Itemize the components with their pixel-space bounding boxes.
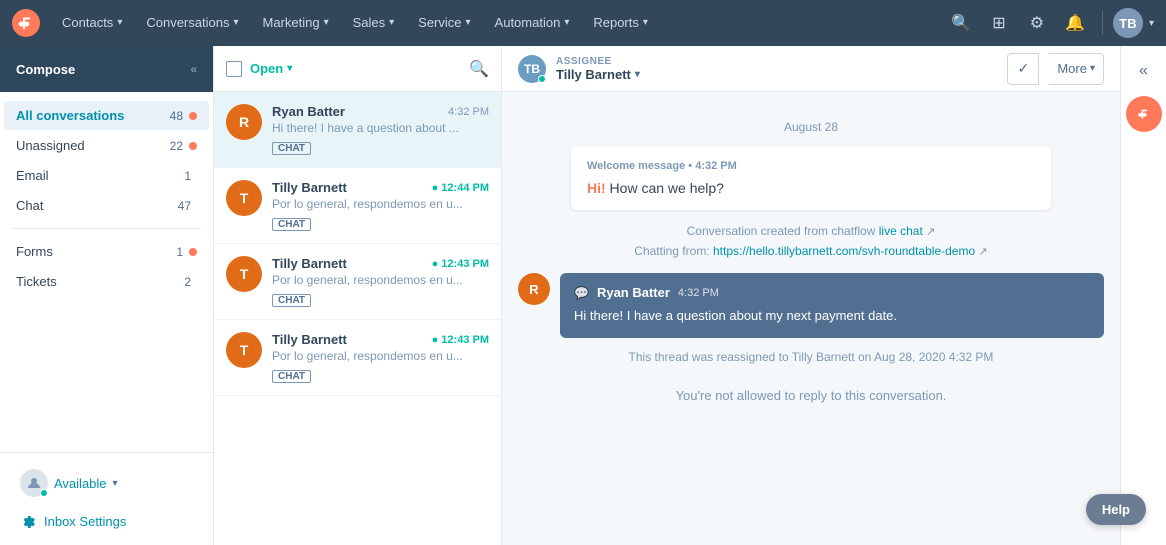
external-link-icon-2: ↗ xyxy=(978,246,987,258)
conversations-chevron: ▾ xyxy=(233,17,238,28)
sidebar-item-forms[interactable]: Forms 1 xyxy=(4,237,209,266)
user-avatar[interactable]: TB xyxy=(1113,8,1143,38)
sales-chevron: ▾ xyxy=(389,17,394,28)
marketplace-icon[interactable]: ⊞ xyxy=(982,6,1016,40)
nav-divider xyxy=(1102,11,1103,35)
assignee-chevron-icon: ▾ xyxy=(635,69,640,80)
more-chevron-icon: ▾ xyxy=(1090,63,1095,74)
reassigned-note: This thread was reassigned to Tilly Barn… xyxy=(518,350,1104,364)
nav-reports[interactable]: Reports ▾ xyxy=(583,0,658,46)
nav-icon-group: 🔍 ⊞ ⚙ 🔔 TB ▾ xyxy=(944,6,1154,40)
avatar-chevron[interactable]: ▾ xyxy=(1149,18,1154,29)
sidebar-item-email[interactable]: Email 1 xyxy=(4,161,209,190)
sidebar-nav: All conversations 48 Unassigned 22 Email… xyxy=(0,92,213,305)
sidebar-item-unassigned[interactable]: Unassigned 22 xyxy=(4,131,209,160)
availability-selector[interactable]: Available ▾ xyxy=(12,463,201,503)
chat-message-icon: 💬 xyxy=(574,286,589,300)
availability-chevron: ▾ xyxy=(113,478,118,489)
nav-marketing[interactable]: Marketing ▾ xyxy=(252,0,338,46)
compose-button[interactable]: Compose « xyxy=(0,46,213,92)
hubspot-logo[interactable] xyxy=(12,9,40,37)
resolve-button[interactable]: ✓ xyxy=(1007,53,1039,85)
assignee-online-dot xyxy=(538,75,546,83)
right-panel-collapse[interactable]: « xyxy=(1131,54,1156,88)
tilly-avatar-2: T xyxy=(226,256,262,292)
inbox-settings-link[interactable]: Inbox Settings xyxy=(12,507,201,535)
more-options-button[interactable]: More ▾ xyxy=(1049,53,1104,85)
sidebar-item-all-conversations[interactable]: All conversations 48 xyxy=(4,101,209,130)
nav-conversations[interactable]: Conversations ▾ xyxy=(136,0,248,46)
conversation-item[interactable]: T Tilly Barnett ● 12:43 PM Por lo genera… xyxy=(214,320,501,396)
chat-panel: TB Assignee Tilly Barnett ▾ ✓ More ▾ Aug… xyxy=(502,46,1120,545)
nav-contacts[interactable]: Contacts ▾ xyxy=(52,0,132,46)
sidebar-collapse-icon[interactable]: « xyxy=(190,62,197,76)
sidebar-footer: Available ▾ Inbox Settings xyxy=(0,452,213,545)
chatflow-info: Conversation created from chatflow live … xyxy=(518,222,1104,261)
right-panel: « xyxy=(1120,46,1166,545)
chatflow-url-link[interactable]: https://hello.tillybarnett.com/svh-round… xyxy=(713,244,975,258)
all-conversations-dot xyxy=(189,112,197,120)
automation-chevron: ▾ xyxy=(564,17,569,28)
conv-list-header: Open ▾ 🔍 xyxy=(214,46,501,92)
welcome-hi: Hi! xyxy=(587,180,606,196)
top-navigation: Contacts ▾ Conversations ▾ Marketing ▾ S… xyxy=(0,0,1166,46)
tilly-avatar-1: T xyxy=(226,180,262,216)
reply-not-allowed-notice: You're not allowed to reply to this conv… xyxy=(518,376,1104,415)
sidebar: Compose « All conversations 48 Unassigne… xyxy=(0,46,214,545)
notifications-icon[interactable]: 🔔 xyxy=(1058,6,1092,40)
date-divider: August 28 xyxy=(518,120,1104,134)
unassigned-dot xyxy=(189,142,197,150)
availability-online-dot xyxy=(40,489,48,497)
sidebar-divider xyxy=(12,228,201,229)
chat-body: August 28 Welcome message • 4:32 PM Hi! … xyxy=(502,92,1120,545)
help-button[interactable]: Help xyxy=(1086,494,1146,525)
filter-button[interactable]: Open ▾ xyxy=(250,61,292,76)
sidebar-item-tickets[interactable]: Tickets 2 xyxy=(4,267,209,296)
welcome-rest: How can we help? xyxy=(606,180,724,196)
user-message-row: R 💬 Ryan Batter 4:32 PM Hi there! I have… xyxy=(518,273,1104,338)
chat-header: TB Assignee Tilly Barnett ▾ ✓ More ▾ xyxy=(502,46,1120,92)
forms-dot xyxy=(189,248,197,256)
nav-automation[interactable]: Automation ▾ xyxy=(485,0,580,46)
select-all-checkbox[interactable] xyxy=(226,61,242,77)
contacts-chevron: ▾ xyxy=(117,17,122,28)
conversation-item[interactable]: T Tilly Barnett ● 12:44 PM Por lo genera… xyxy=(214,168,501,244)
welcome-message-bubble: Welcome message • 4:32 PM Hi! How can we… xyxy=(571,146,1051,210)
nav-service[interactable]: Service ▾ xyxy=(408,0,480,46)
hubspot-icon-button[interactable] xyxy=(1126,96,1162,132)
search-conversations-icon[interactable]: 🔍 xyxy=(469,59,489,79)
conversation-list: Open ▾ 🔍 R Ryan Batter 4:32 PM Hi there!… xyxy=(214,46,502,545)
app-body: Compose « All conversations 48 Unassigne… xyxy=(0,46,1166,545)
sidebar-item-chat[interactable]: Chat 47 xyxy=(4,191,209,220)
service-chevron: ▾ xyxy=(466,17,471,28)
settings-icon[interactable]: ⚙ xyxy=(1020,6,1054,40)
assignee-avatar: TB xyxy=(518,55,546,83)
ryan-avatar: R xyxy=(226,104,262,140)
user-message-avatar: R xyxy=(518,273,550,305)
search-icon[interactable]: 🔍 xyxy=(944,6,978,40)
filter-chevron-icon: ▾ xyxy=(287,63,292,74)
availability-avatar xyxy=(20,469,48,497)
conversation-item[interactable]: T Tilly Barnett ● 12:43 PM Por lo genera… xyxy=(214,244,501,320)
live-chat-link[interactable]: live chat xyxy=(879,224,923,238)
reports-chevron: ▾ xyxy=(643,17,648,28)
nav-sales[interactable]: Sales ▾ xyxy=(343,0,405,46)
user-message-bubble: 💬 Ryan Batter 4:32 PM Hi there! I have a… xyxy=(560,273,1104,338)
assignee-selector[interactable]: Tilly Barnett ▾ xyxy=(556,67,640,82)
tilly-avatar-3: T xyxy=(226,332,262,368)
marketing-chevron: ▾ xyxy=(324,17,329,28)
conversation-item[interactable]: R Ryan Batter 4:32 PM Hi there! I have a… xyxy=(214,92,501,168)
external-link-icon: ↗ xyxy=(926,226,935,238)
